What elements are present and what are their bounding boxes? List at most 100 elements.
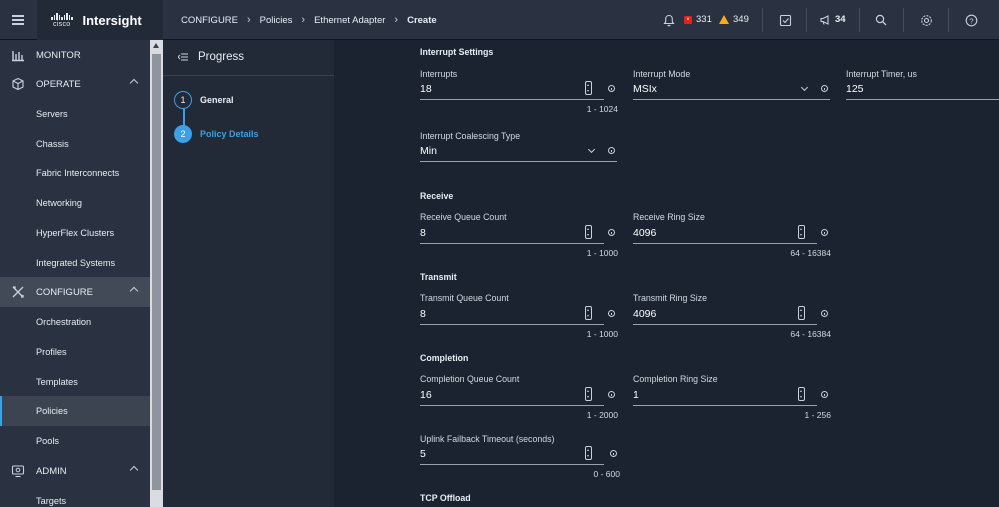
info-icon[interactable] [608,310,615,317]
sidebar-item-fabric-interconnects[interactable]: Fabric Interconnects [0,158,150,188]
stepper-icon[interactable] [585,81,592,95]
sidebar-item-networking[interactable]: Networking [0,188,150,218]
app-name: Intersight [82,12,142,28]
stepper-icon[interactable] [798,225,805,239]
chevron-down-icon [800,83,809,92]
critical-alarms-badge[interactable]: × 331 [684,14,712,25]
sidebar-section-operate[interactable]: OPERATE [0,69,150,99]
tx-queue-range: 1 - 1000 [586,329,618,339]
info-icon[interactable] [821,85,828,92]
rx-queue-label: Receive Queue Count [420,212,507,222]
step-number: 1 [174,91,192,109]
sidebar-item-policies[interactable]: Policies [0,396,150,426]
cq-ring-label: Completion Ring Size [633,374,718,384]
stepper-icon[interactable] [798,306,805,320]
interrupts-range: 1 - 1024 [586,104,618,114]
tx-queue-input[interactable]: 8 [420,305,604,325]
sidebar-item-chassis[interactable]: Chassis [0,129,150,159]
tx-queue-label: Transmit Queue Count [420,293,509,303]
sidebar-item-profiles[interactable]: Profiles [0,337,150,367]
help-icon[interactable]: ? [963,12,979,28]
interrupt-mode-select[interactable]: MSIx [633,80,830,100]
cq-ring-input[interactable]: 1 [633,386,817,406]
cube-icon [12,77,24,91]
breadcrumb-ethernet-adapter[interactable]: Ethernet Adapter [314,15,385,26]
breadcrumb-policies[interactable]: Policies [260,15,293,26]
progress-title: Progress [198,51,245,63]
rx-queue-range: 1 - 1000 [586,248,618,258]
info-icon[interactable] [608,147,615,154]
megaphone-icon [820,14,831,25]
info-icon[interactable] [821,310,828,317]
scroll-up-icon[interactable] [153,43,159,48]
sidebar-section-configure[interactable]: CONFIGURE [0,277,150,307]
sidebar-item-targets[interactable]: Targets [0,486,150,507]
sidebar: MONITOR OPERATE Servers Chassis Fabric I… [0,40,150,507]
collapse-icon[interactable] [178,53,188,61]
stepper-icon[interactable] [798,387,805,401]
breadcrumb: CONFIGURE › Policies › Ethernet Adapter … [181,0,437,40]
cq-ring-range: 1 - 256 [804,410,831,420]
sidebar-item-orchestration[interactable]: Orchestration [0,307,150,337]
cq-count-input[interactable]: 16 [420,386,604,406]
chevron-up-icon [129,286,139,296]
info-icon[interactable] [608,85,615,92]
info-icon[interactable] [821,229,828,236]
step-connector [182,109,185,126]
svg-text:?: ? [969,16,973,25]
breadcrumb-configure[interactable]: CONFIGURE [181,15,238,26]
sidebar-item-hyperflex-clusters[interactable]: HyperFlex Clusters [0,218,150,248]
section-tcp-offload: TCP Offload [420,493,471,503]
tx-ring-range: 64 - 16384 [790,329,831,339]
sidebar-section-admin[interactable]: ADMIN [0,456,150,486]
info-icon[interactable] [610,450,617,457]
gear-icon[interactable] [918,12,934,28]
sidebar-item-pools[interactable]: Pools [0,426,150,456]
interrupt-mode-label: Interrupt Mode [633,69,691,79]
interrupts-input[interactable]: 18 [420,80,604,100]
admin-icon [11,465,25,478]
warning-alarms-badge[interactable]: 349 [719,14,749,25]
chevron-up-icon [129,78,139,88]
tx-ring-input[interactable]: 4096 [633,305,817,325]
uplink-failback-input[interactable]: 5 [420,445,604,465]
task-icon[interactable] [777,12,793,28]
sidebar-item-templates[interactable]: Templates [0,367,150,397]
stepper-icon[interactable] [585,306,592,320]
sidebar-item-servers[interactable]: Servers [0,99,150,129]
coalescing-type-select[interactable]: Min [420,142,617,162]
cq-count-range: 1 - 2000 [586,410,618,420]
interrupt-timer-input[interactable]: 125 [846,80,999,100]
info-icon[interactable] [608,229,615,236]
step-label: General [200,95,234,105]
interrupts-label: Interrupts [420,69,458,79]
info-icon[interactable] [608,391,615,398]
step-general[interactable]: 1 General [174,91,234,109]
rx-ring-label: Receive Ring Size [633,212,705,222]
stepper-icon[interactable] [585,446,592,460]
step-policy-details[interactable]: 2 Policy Details [174,125,259,143]
info-icon[interactable] [821,391,828,398]
sidebar-item-integrated-systems[interactable]: Integrated Systems [0,248,150,278]
bell-icon[interactable] [661,12,677,28]
menu-icon[interactable] [0,0,36,40]
chevron-right-icon: › [301,14,306,26]
rx-ring-input[interactable]: 4096 [633,224,817,244]
announcements-badge[interactable]: 34 [820,14,846,25]
sidebar-section-monitor[interactable]: MONITOR [0,40,150,70]
warning-icon [719,15,729,24]
chevron-right-icon: › [394,14,399,26]
stepper-icon[interactable] [585,387,592,401]
policy-form: Interrupt Settings Interrupts 18 1 - 102… [334,40,999,507]
breadcrumb-current: Create [407,14,437,26]
section-receive: Receive [420,191,454,201]
chevron-right-icon: › [247,14,251,26]
scrollbar-thumb[interactable] [152,54,161,490]
search-icon[interactable] [873,12,889,28]
sidebar-scrollbar[interactable] [150,40,163,507]
wrench-icon [12,286,24,298]
brand[interactable]: cisco Intersight [37,0,163,40]
rx-queue-input[interactable]: 8 [420,224,604,244]
tx-ring-label: Transmit Ring Size [633,293,707,303]
stepper-icon[interactable] [585,225,592,239]
